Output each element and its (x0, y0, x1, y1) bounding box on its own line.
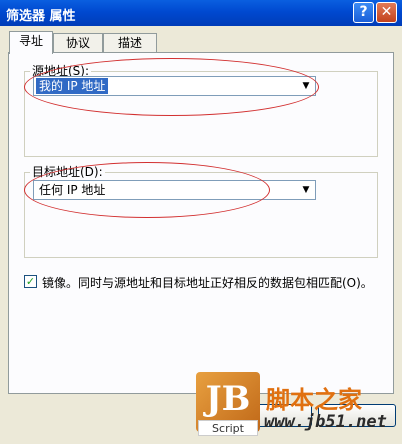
source-address-value: 我的 IP 地址 (36, 78, 109, 94)
title-bar: 筛选器 属性 ? ✕ (0, 0, 402, 26)
mirror-label: 镜像。同时与源地址和目标地址正好相反的数据包相匹配(O)。 (42, 276, 373, 290)
chevron-down-icon[interactable]: ▼ (298, 182, 314, 198)
tab-protocol[interactable]: 协议 (53, 33, 103, 53)
site-url: www.jb51.net (264, 412, 387, 432)
source-address-select[interactable]: 我的 IP 地址 ▼ (33, 76, 316, 96)
destination-address-label: 目标地址(D): (30, 163, 105, 180)
tab-description[interactable]: 描述 (103, 33, 157, 53)
chevron-down-icon[interactable]: ▼ (298, 78, 314, 94)
close-button[interactable]: ✕ (376, 2, 397, 23)
watermark: JB Script 脚本之家 www.jb51.net (196, 372, 402, 444)
window-title: 筛选器 属性 (6, 9, 76, 24)
destination-address-select[interactable]: 任何 IP 地址 ▼ (33, 180, 316, 200)
tab-addressing[interactable]: 寻址 (9, 31, 53, 54)
mirror-checkbox[interactable]: ✓ (24, 275, 37, 288)
site-name: 脚本之家 (266, 386, 362, 414)
help-button[interactable]: ? (353, 2, 374, 23)
destination-address-value: 任何 IP 地址 (39, 183, 106, 197)
logo-script-text: Script (198, 420, 258, 436)
